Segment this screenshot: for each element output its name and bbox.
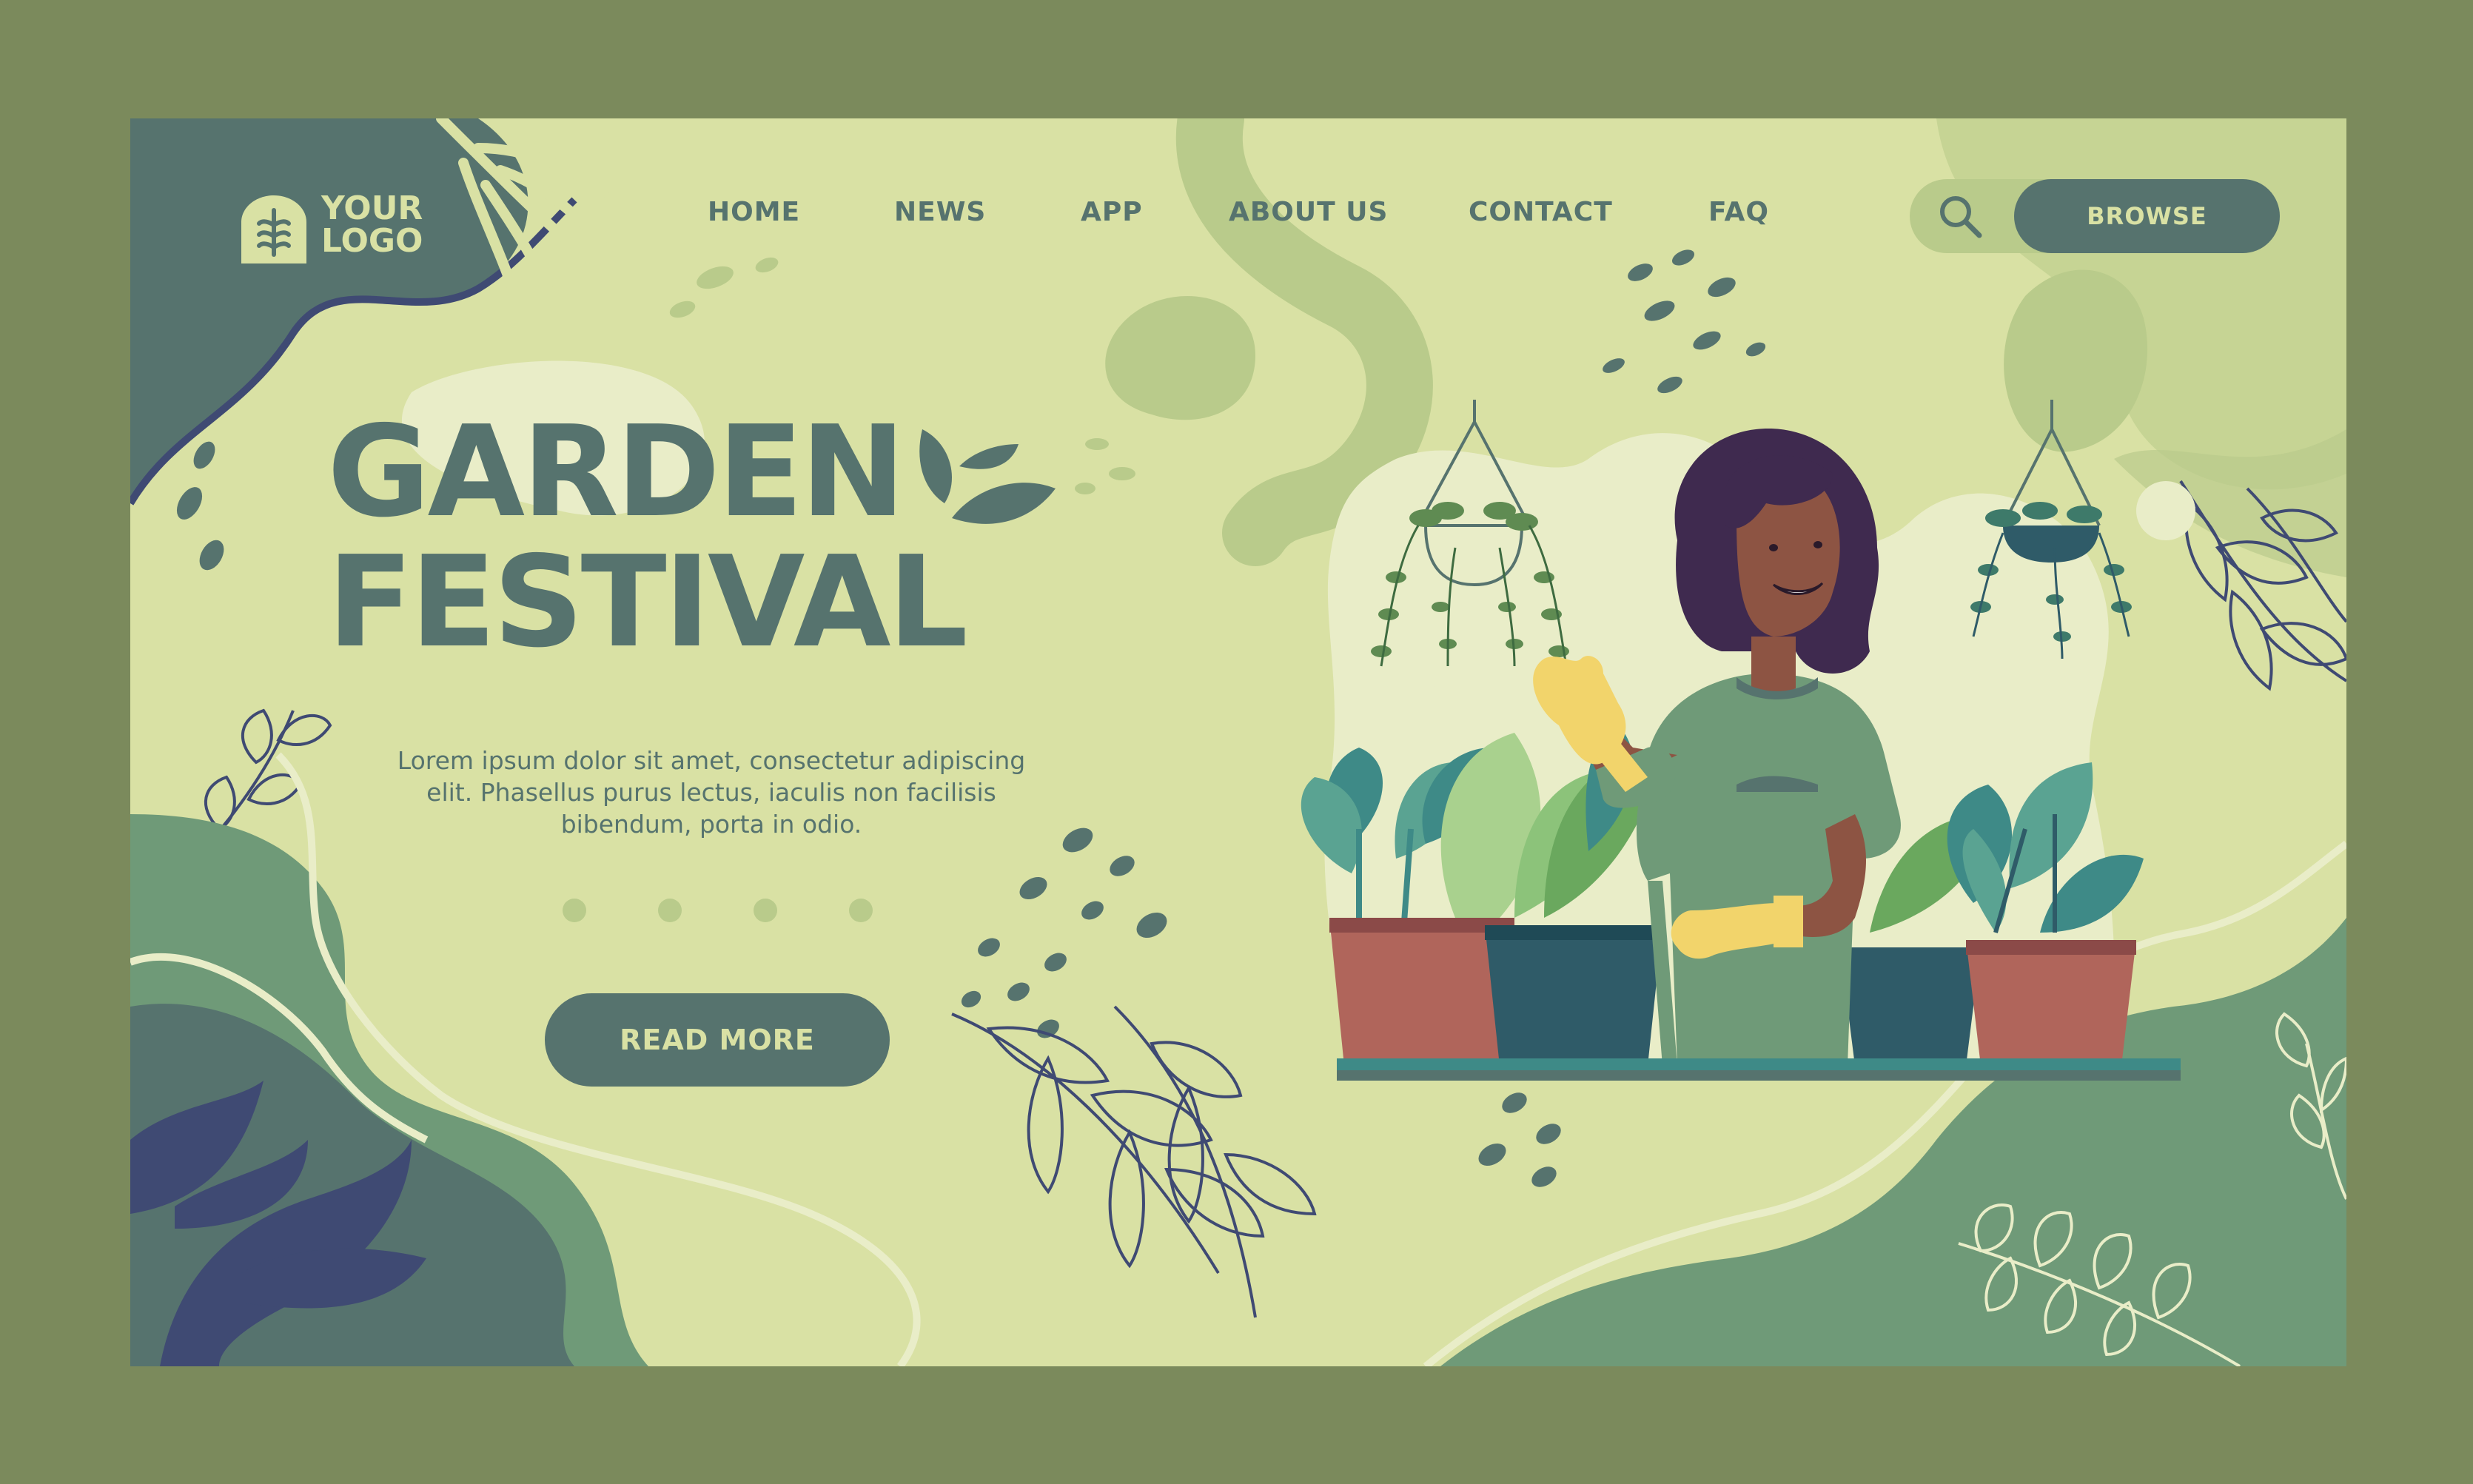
carousel-dot[interactable] bbox=[754, 899, 777, 922]
logo-line2: LOGO bbox=[321, 222, 423, 260]
nav-item-faq[interactable]: FAQ bbox=[1708, 197, 1769, 227]
search-icon[interactable] bbox=[1936, 192, 1985, 241]
title-line1: GARDEN bbox=[327, 399, 906, 545]
read-more-button[interactable]: READ MORE bbox=[545, 993, 890, 1087]
nav-item-about-us[interactable]: ABOUT US bbox=[1229, 197, 1388, 227]
hero-description: Lorem ipsum dolor sit amet, consectetur … bbox=[397, 746, 1026, 839]
nav-item-app[interactable]: APP bbox=[1081, 197, 1143, 227]
logo-icon[interactable] bbox=[241, 195, 306, 263]
nav-item-home[interactable]: HOME bbox=[708, 197, 800, 227]
landing-page: YOUR LOGO HOME NEWS APP ABOUT US CONTACT… bbox=[130, 118, 2346, 1366]
logo-text[interactable]: YOUR LOGO bbox=[321, 192, 432, 258]
carousel-dot[interactable] bbox=[849, 899, 873, 922]
nav-item-news[interactable]: NEWS bbox=[894, 197, 986, 227]
nav-item-contact[interactable]: CONTACT bbox=[1469, 197, 1613, 227]
gardener-illustration bbox=[1301, 400, 2195, 1081]
carousel-dot[interactable] bbox=[658, 899, 682, 922]
page-title: GARDEN FESTIVAL bbox=[327, 399, 968, 676]
carousel-dot[interactable] bbox=[563, 899, 586, 922]
logo-line1: YOUR bbox=[321, 189, 423, 227]
browse-button[interactable]: BROWSE bbox=[2014, 179, 2280, 253]
title-line2: FESTIVAL bbox=[327, 529, 968, 676]
